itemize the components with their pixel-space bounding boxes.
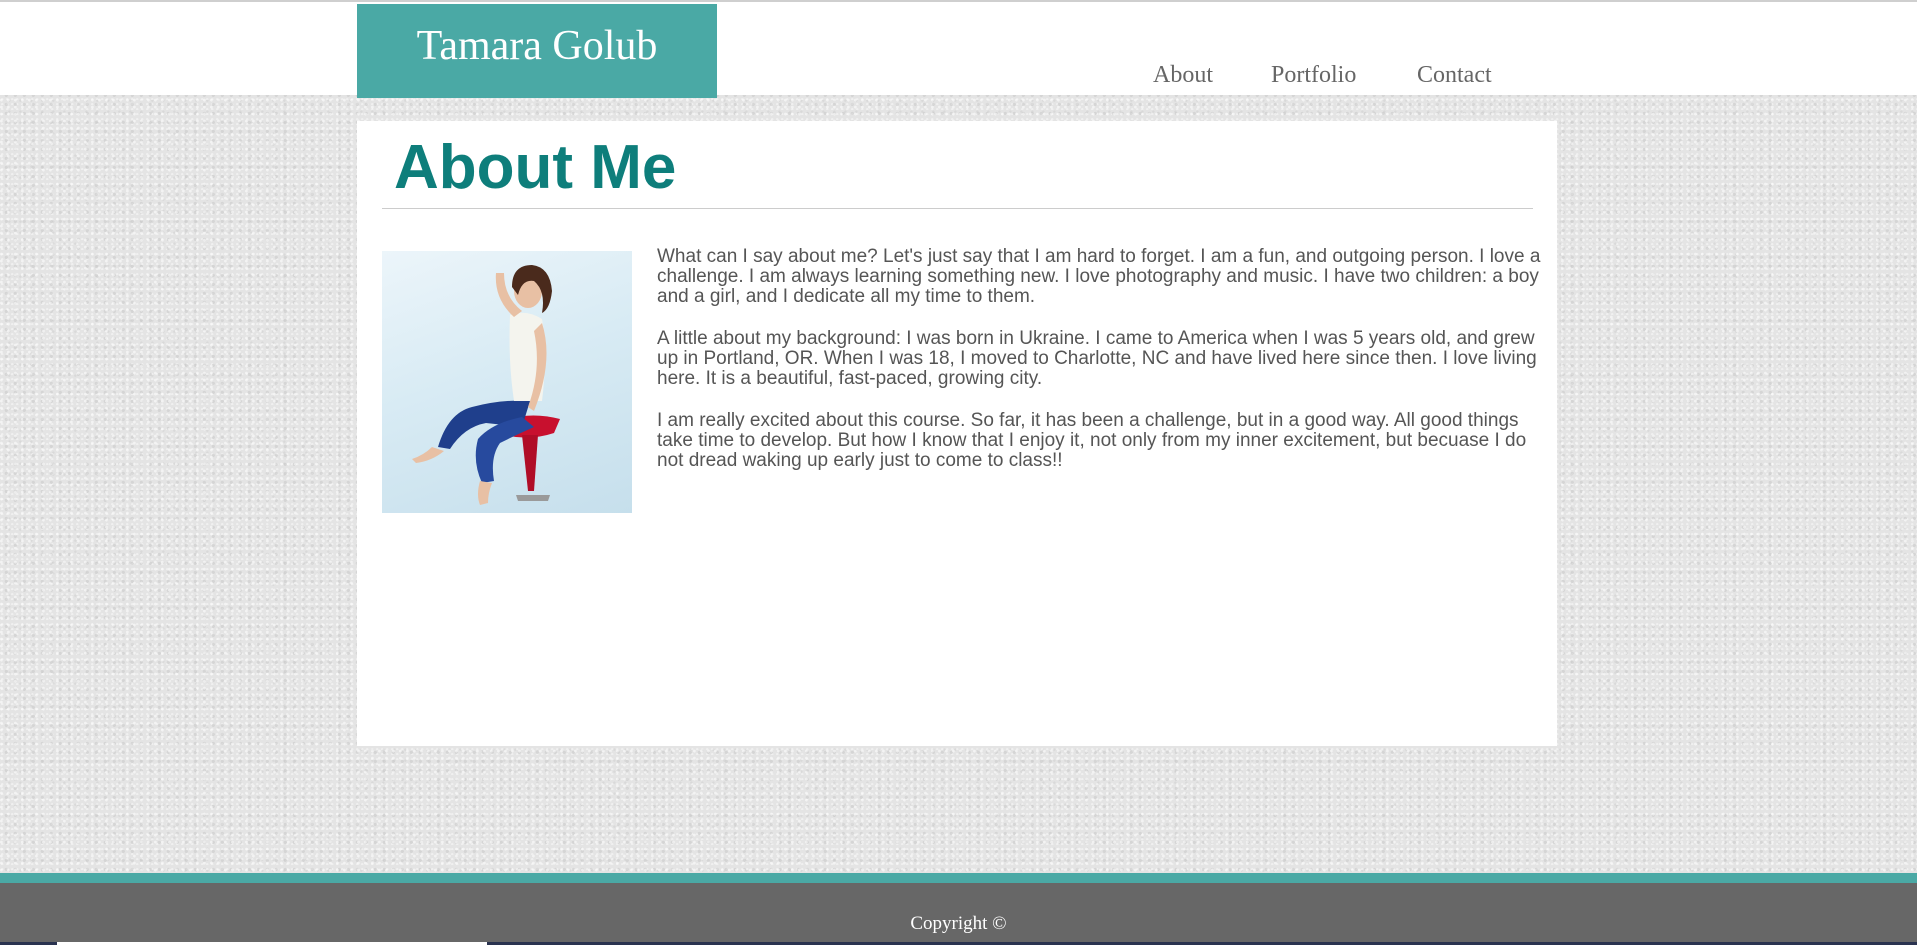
- title-divider: [382, 208, 1533, 209]
- site-header: Tamara Golub About Portfolio Contact: [0, 0, 1917, 98]
- page-title: About Me: [394, 133, 677, 202]
- nav-contact-link[interactable]: Contact: [1417, 62, 1492, 89]
- bio-text: What can I say about me? Let's just say …: [657, 247, 1542, 493]
- footer-accent-bar: [0, 873, 1917, 883]
- bio-paragraph: A little about my background: I was born…: [657, 328, 1537, 389]
- nav-about-link[interactable]: About: [1153, 62, 1213, 89]
- nav-portfolio-link[interactable]: Portfolio: [1271, 62, 1356, 89]
- profile-photo: [382, 251, 632, 513]
- site-title[interactable]: Tamara Golub: [417, 22, 658, 70]
- copyright-text: Copyright ©: [910, 913, 1007, 934]
- site-logo[interactable]: Tamara Golub: [357, 4, 717, 98]
- bio-paragraph: What can I say about me? Let's just say …: [657, 246, 1541, 307]
- profile-photo-illustration: [412, 265, 560, 505]
- bio-paragraph: I am really excited about this course. S…: [657, 410, 1527, 471]
- site-footer: Copyright ©: [0, 883, 1917, 945]
- content-panel: About Me What can I say about me? Let's …: [357, 121, 1557, 746]
